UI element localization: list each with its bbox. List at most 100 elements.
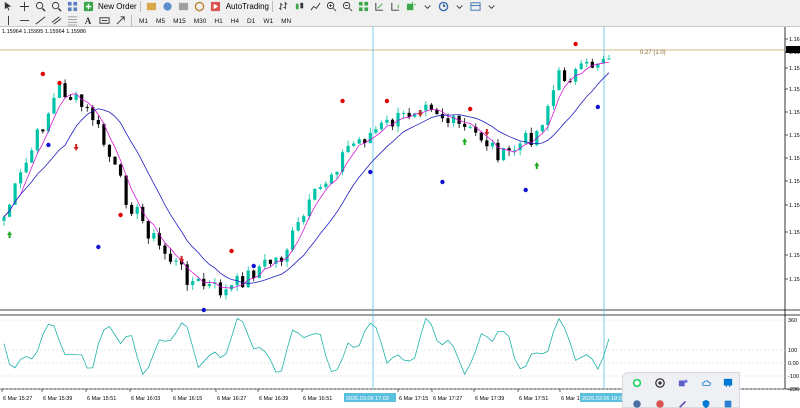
- time-axis-label: 6 Mar 17:27: [433, 396, 462, 402]
- candle-body: [224, 289, 228, 296]
- new-order-icon[interactable]: [82, 1, 94, 13]
- candle-body: [174, 260, 178, 262]
- bar-chart-icon[interactable]: [278, 1, 290, 13]
- sell-signal-dot: [229, 248, 234, 254]
- line-chart-icon[interactable]: [310, 1, 322, 13]
- cloud-icon[interactable]: [701, 378, 711, 388]
- fibonacci-icon[interactable]: [66, 15, 78, 27]
- current-price-tag: [786, 46, 800, 53]
- timeframe-m5[interactable]: M5: [152, 15, 169, 26]
- candle-body: [291, 230, 295, 250]
- sell-signal-dot: [118, 212, 123, 218]
- time-axis-label: 6 Mar 1: [561, 396, 580, 402]
- trendline-icon[interactable]: [34, 15, 46, 27]
- oscillator-axis-label: 100: [788, 348, 797, 354]
- data-window-icon[interactable]: [194, 1, 206, 13]
- timeframe-w1[interactable]: W1: [259, 15, 277, 26]
- chart-shift-icon[interactable]: [390, 1, 402, 13]
- time-axis-label: 6 Mar 16:03: [131, 396, 160, 402]
- tile-charts-icon[interactable]: [358, 1, 370, 13]
- settings-icon[interactable]: [632, 399, 642, 408]
- price-axis-label: 1.15: [789, 230, 800, 236]
- candle-body: [19, 172, 23, 184]
- timeframe-h1[interactable]: H1: [210, 15, 226, 26]
- text-tool-icon[interactable]: A: [82, 15, 94, 27]
- toolbar-row-top: New Order AutoTrading: [0, 0, 500, 13]
- label-tool-icon[interactable]: [98, 15, 110, 27]
- candle-body: [562, 70, 567, 82]
- templates-icon[interactable]: [470, 1, 482, 13]
- candle-body: [168, 253, 173, 262]
- chart-background: [0, 27, 800, 408]
- periods-icon[interactable]: [438, 1, 450, 13]
- signals-icon[interactable]: [162, 1, 174, 13]
- chart-window[interactable]: 0.27 (1.0)1.161.161.151.151.151.151.151.…: [0, 27, 800, 408]
- tile-windows-icon[interactable]: [66, 1, 78, 13]
- candle-body: [263, 259, 267, 267]
- select-arrow-icon[interactable]: [2, 1, 14, 13]
- network-icon[interactable]: [723, 399, 733, 408]
- buy-signal-dot: [201, 307, 206, 313]
- templates-dropdown-icon[interactable]: [486, 1, 498, 13]
- chrome-icon[interactable]: [655, 378, 665, 388]
- price-axis-label: 1.15: [789, 133, 800, 139]
- zoom-in-icon[interactable]: [34, 1, 46, 13]
- app-icon[interactable]: [655, 399, 665, 408]
- toolbar-divider: [131, 15, 132, 26]
- store-icon[interactable]: [723, 378, 733, 388]
- candle-body: [346, 145, 350, 153]
- autoscroll-icon[interactable]: [374, 1, 386, 13]
- toolbar-divider: [139, 1, 141, 12]
- candle-body: [69, 97, 73, 100]
- price-chart[interactable]: 0.27 (1.0)1.161.161.151.151.151.151.151.…: [0, 27, 800, 408]
- timeframe-h4[interactable]: H4: [227, 15, 243, 26]
- pen-icon[interactable]: [678, 399, 688, 408]
- timeframe-d1[interactable]: D1: [243, 15, 259, 26]
- price-axis-label: 1.15: [789, 203, 800, 209]
- periods-dropdown-icon[interactable]: [454, 1, 466, 13]
- candle-body: [218, 282, 223, 296]
- indicators-icon[interactable]: [406, 1, 418, 13]
- whatsapp-icon[interactable]: [632, 378, 642, 388]
- zoom-out-chart-icon[interactable]: [342, 1, 354, 13]
- equidistant-channel-icon[interactable]: [50, 15, 62, 27]
- time-axis-label: 6 Mar 16:39: [259, 396, 288, 402]
- buy-signal-dot: [251, 263, 256, 269]
- new-order-button[interactable]: New Order: [98, 2, 137, 11]
- zoom-out-icon[interactable]: [50, 1, 62, 13]
- indicators-dropdown-icon[interactable]: [422, 1, 434, 13]
- candle-body: [63, 83, 67, 98]
- navigator-icon[interactable]: [178, 1, 190, 13]
- candle-body: [379, 122, 383, 130]
- vertical-line-icon[interactable]: [2, 15, 14, 27]
- candle-body: [551, 90, 556, 107]
- timeframe-mn[interactable]: MN: [277, 15, 295, 26]
- candle-body: [80, 94, 84, 107]
- teams-icon[interactable]: [678, 378, 688, 388]
- move-cross-icon[interactable]: [18, 1, 30, 13]
- candle-body: [385, 119, 389, 123]
- candle-body: [490, 142, 494, 147]
- candle-body: [479, 132, 483, 141]
- zoom-in-chart-icon[interactable]: [326, 1, 338, 13]
- candlestick-icon[interactable]: [294, 1, 306, 13]
- autotrading-icon[interactable]: [210, 1, 222, 13]
- toolbar-row-bottom: A M1 M5 M15 M30 H1 H4 D1 W1 MN: [0, 14, 295, 27]
- candle-body: [85, 106, 89, 108]
- market-watch-icon[interactable]: [146, 1, 158, 13]
- autotrading-button[interactable]: AutoTrading: [226, 2, 269, 11]
- candle-body: [424, 104, 428, 111]
- candle-body: [124, 175, 128, 205]
- sell-signal-dot: [40, 71, 46, 77]
- timeframe-bar: M1 M5 M15 M30 H1 H4 D1 W1 MN: [135, 15, 295, 26]
- candle-body: [313, 188, 317, 200]
- timeframe-m15[interactable]: M15: [169, 15, 190, 26]
- timeframe-m30[interactable]: M30: [190, 15, 211, 26]
- horizontal-line-icon[interactable]: [18, 15, 30, 27]
- candle-body: [152, 233, 156, 239]
- candle-body: [41, 129, 45, 132]
- timeframe-m1[interactable]: M1: [135, 15, 152, 26]
- arrows-icon[interactable]: [114, 15, 126, 27]
- price-axis-label: 1.15: [789, 277, 800, 283]
- security-icon[interactable]: [701, 399, 711, 408]
